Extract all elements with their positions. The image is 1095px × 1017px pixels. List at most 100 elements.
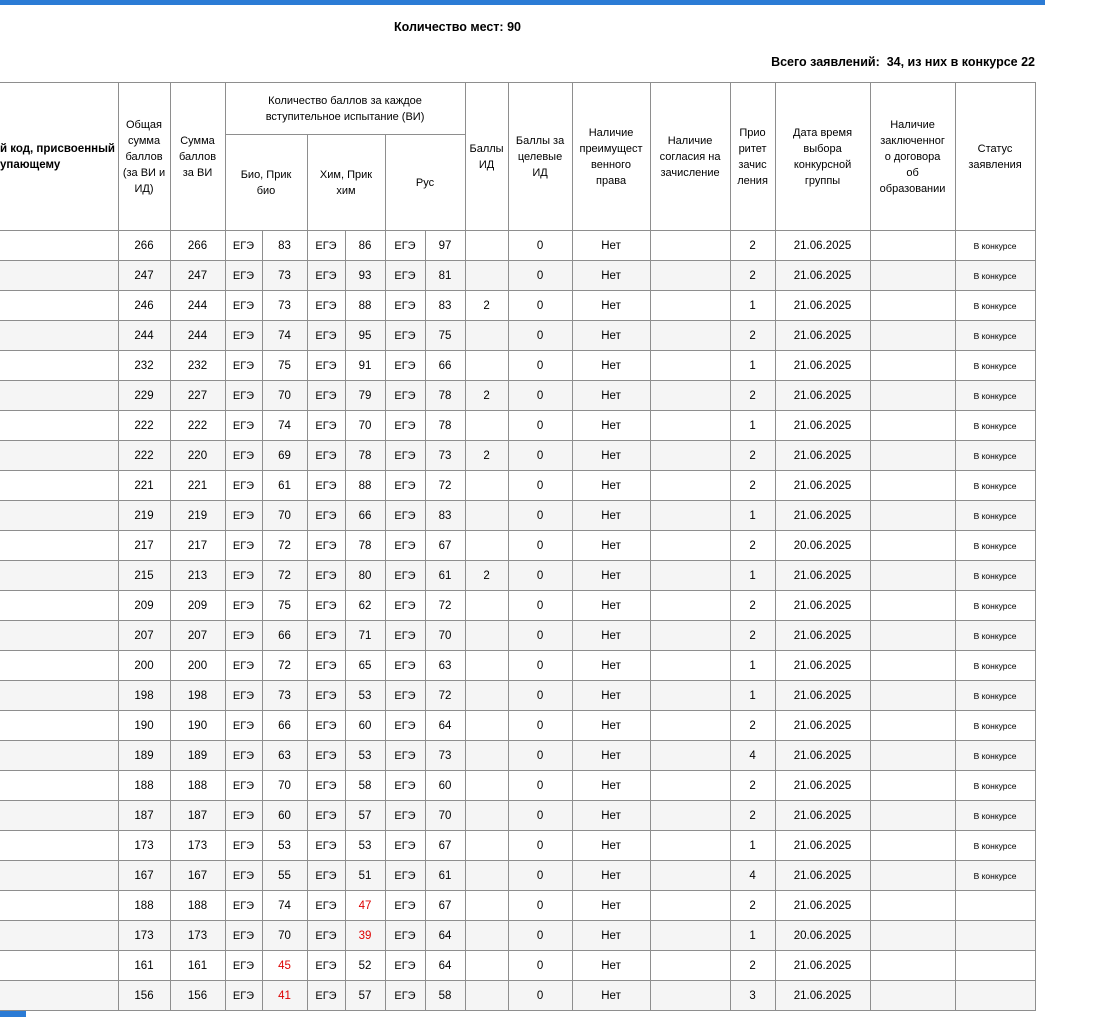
cell-applicant-code: [0, 920, 119, 951]
cell-bio-exam-score: 75: [261, 590, 308, 621]
page: { "colors": { "accent_blue": "#2b7bd5", …: [0, 0, 1095, 1017]
cell-id-points: 2: [464, 380, 509, 411]
cell-preferential-right: Нет: [571, 860, 651, 891]
cell-total-sum: 246: [117, 290, 171, 321]
cell-rus-exam-type: ЕГЭ: [384, 290, 426, 321]
cell-rus-exam-type: ЕГЭ: [384, 320, 426, 351]
cell-id-points: [464, 320, 509, 351]
cell-bio-exam-score: 70: [261, 920, 308, 951]
cell-bio-exam-type: ЕГЭ: [224, 980, 263, 1011]
cell-applicant-code: [0, 290, 119, 321]
cell-target-id-points: 0: [507, 950, 573, 981]
cell-enrollment-consent: [649, 590, 731, 621]
applicants-table: й код, присвоенный упающему Общая сумма …: [0, 82, 1036, 1011]
cell-enrollment-consent: [649, 920, 731, 951]
cell-rus-exam-type: ЕГЭ: [384, 920, 426, 951]
cell-applicant-code: [0, 680, 119, 711]
cell-target-id-points: 0: [507, 320, 573, 351]
col-header-enrollment-consent: Наличие согласия на зачисление: [649, 82, 731, 231]
cell-chem-exam-score: 70: [344, 410, 386, 441]
cell-priority: 1: [729, 290, 776, 321]
cell-enrollment-consent: [649, 530, 731, 561]
cell-rus-exam-score: 60: [424, 770, 466, 801]
cell-rus-exam-type: ЕГЭ: [384, 380, 426, 411]
cell-total-sum: 173: [117, 830, 171, 861]
cell-chem-exam-score: 52: [344, 950, 386, 981]
table-row: 188 188 ЕГЭ 70 ЕГЭ 58 ЕГЭ 60 0 Нет 2 21.06.2025 В ко…: [0, 770, 1036, 801]
cell-bio-exam-score: 70: [261, 500, 308, 531]
table-row: 161 161 ЕГЭ 45 ЕГЭ 52 ЕГЭ 64 0 Нет 2 21.06.2025: [0, 950, 1036, 981]
cell-bio-exam-type: ЕГЭ: [224, 620, 263, 651]
cell-vi-sum: 247: [169, 260, 226, 291]
cell-group-choice-date: 21.06.2025: [774, 320, 871, 351]
cell-applicant-code: [0, 380, 119, 411]
cell-preferential-right: Нет: [571, 680, 651, 711]
cell-education-contract: [869, 590, 956, 621]
cell-id-points: [464, 650, 509, 681]
cell-enrollment-consent: [649, 770, 731, 801]
cell-rus-exam-score: 73: [424, 440, 466, 471]
cell-rus-exam-type: ЕГЭ: [384, 260, 426, 291]
cell-total-sum: 247: [117, 260, 171, 291]
table-row: 188 188 ЕГЭ 74 ЕГЭ 47 ЕГЭ 67 0 Нет 2 21.06.2025: [0, 890, 1036, 921]
cell-applicant-code: [0, 770, 119, 801]
cell-preferential-right: Нет: [571, 830, 651, 861]
cell-rus-exam-type: ЕГЭ: [384, 830, 426, 861]
cell-chem-exam-type: ЕГЭ: [306, 530, 346, 561]
cell-chem-exam-type: ЕГЭ: [306, 590, 346, 621]
cell-id-points: [464, 590, 509, 621]
cell-priority: 2: [729, 380, 776, 411]
cell-education-contract: [869, 620, 956, 651]
cell-group-choice-date: 21.06.2025: [774, 260, 871, 291]
table-row: 173 173 ЕГЭ 53 ЕГЭ 53 ЕГЭ 67 0 Нет 1 21.06.2025 В ко…: [0, 830, 1036, 861]
cell-preferential-right: Нет: [571, 500, 651, 531]
cell-bio-exam-type: ЕГЭ: [224, 500, 263, 531]
cell-id-points: [464, 950, 509, 981]
cell-vi-sum: 173: [169, 920, 226, 951]
cell-id-points: [464, 980, 509, 1011]
cell-group-choice-date: 21.06.2025: [774, 380, 871, 411]
cell-vi-sum: 161: [169, 950, 226, 981]
cell-rus-exam-type: ЕГЭ: [384, 650, 426, 681]
cell-chem-exam-type: ЕГЭ: [306, 290, 346, 321]
top-accent-bar: [0, 0, 1045, 5]
cell-rus-exam-type: ЕГЭ: [384, 230, 426, 261]
cell-id-points: [464, 620, 509, 651]
cell-chem-exam-type: ЕГЭ: [306, 830, 346, 861]
cell-group-choice-date: 21.06.2025: [774, 350, 871, 381]
cell-total-sum: 222: [117, 410, 171, 441]
cell-bio-exam-score: 75: [261, 350, 308, 381]
cell-total-sum: 189: [117, 740, 171, 771]
cell-chem-exam-score: 53: [344, 830, 386, 861]
cell-bio-exam-score: 69: [261, 440, 308, 471]
cell-target-id-points: 0: [507, 680, 573, 711]
cell-total-sum: 161: [117, 950, 171, 981]
cell-chem-exam-score: 86: [344, 230, 386, 261]
cell-group-choice-date: 21.06.2025: [774, 620, 871, 651]
cell-applicant-code: [0, 710, 119, 741]
cell-chem-exam-score: 47: [344, 890, 386, 921]
cell-group-choice-date: 21.06.2025: [774, 800, 871, 831]
cell-chem-exam-type: ЕГЭ: [306, 950, 346, 981]
col-header-target-id-points: Баллы за целевые ИД: [507, 82, 573, 231]
cell-priority: 2: [729, 260, 776, 291]
cell-application-status: [954, 890, 1036, 921]
cell-bio-exam-score: 66: [261, 710, 308, 741]
cell-group-choice-date: 21.06.2025: [774, 470, 871, 501]
cell-preferential-right: Нет: [571, 650, 651, 681]
cell-enrollment-consent: [649, 680, 731, 711]
cell-target-id-points: 0: [507, 530, 573, 561]
cell-applicant-code: [0, 800, 119, 831]
cell-application-status: В конкурсе: [954, 860, 1036, 891]
cell-enrollment-consent: [649, 830, 731, 861]
table-row: 247 247 ЕГЭ 73 ЕГЭ 93 ЕГЭ 81 0 Нет 2 21.06.2025 В ко…: [0, 260, 1036, 291]
cell-application-status: В конкурсе: [954, 830, 1036, 861]
cell-vi-sum: 227: [169, 380, 226, 411]
cell-priority: 2: [729, 710, 776, 741]
applicants-table-body: 266 266 ЕГЭ 83 ЕГЭ 86 ЕГЭ 97 0 Нет 2 21.06.2025 В ко…: [0, 230, 1036, 1011]
cell-group-choice-date: 21.06.2025: [774, 650, 871, 681]
cell-application-status: В конкурсе: [954, 770, 1036, 801]
table-row: 190 190 ЕГЭ 66 ЕГЭ 60 ЕГЭ 64 0 Нет 2 21.06.2025 В ко…: [0, 710, 1036, 741]
cell-id-points: [464, 470, 509, 501]
cell-education-contract: [869, 710, 956, 741]
